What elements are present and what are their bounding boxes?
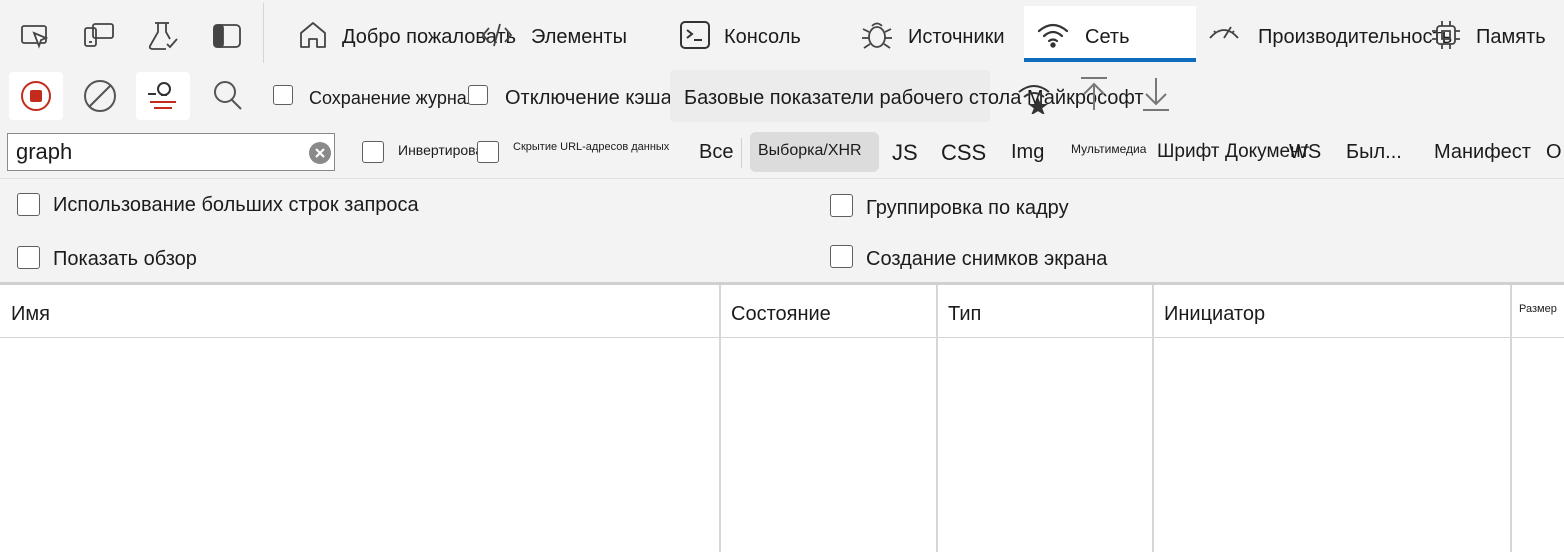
show-overview-label: Показать обзор	[53, 248, 197, 270]
console-icon	[678, 18, 712, 52]
code-icon	[480, 18, 514, 52]
tab-elements-label: Элементы	[531, 26, 627, 48]
tab-console-label: Консоль	[724, 26, 801, 48]
large-rows-checkbox[interactable]	[17, 193, 40, 216]
tab-network-label: Сеть	[1085, 26, 1130, 48]
type-filter-manifest[interactable]: Манифест	[1434, 141, 1531, 164]
tab-performance[interactable]: Производительность	[1205, 6, 1452, 62]
tab-sources-label: Источники	[908, 26, 1005, 48]
type-filter-other[interactable]: О	[1546, 141, 1562, 164]
column-divider[interactable]	[936, 285, 938, 552]
capture-screenshots-checkbox[interactable]	[830, 245, 853, 268]
settings-pane: Использование больших строк запроса Пока…	[0, 179, 1564, 285]
large-rows-label: Использование больших строк запроса	[53, 194, 419, 216]
tab-performance-label: Производительность	[1258, 26, 1453, 48]
filter-button[interactable]	[136, 72, 190, 120]
search-icon	[214, 81, 242, 110]
type-filter-divider	[741, 138, 742, 168]
type-filter-all[interactable]: Все	[699, 141, 733, 164]
experiments-icon[interactable]	[146, 19, 180, 53]
main-tab-bar: Добро пожаловать Элементы Консоль Источн…	[0, 0, 1564, 67]
group-by-frame-checkbox[interactable]	[830, 194, 853, 217]
preserve-log-label: Сохранение журнала	[309, 88, 488, 108]
clear-input-icon	[309, 142, 331, 164]
inspect-icon[interactable]	[18, 19, 52, 53]
preserve-log-checkbox[interactable]	[273, 85, 293, 105]
download-icon	[1143, 78, 1169, 111]
import-har-button[interactable]	[1078, 74, 1110, 114]
type-filter-js[interactable]: JS	[892, 140, 918, 166]
type-filter-fetch-xhr-label: Выборка/XHR	[758, 142, 862, 159]
record-icon	[21, 81, 51, 111]
chip-icon	[1429, 18, 1463, 52]
device-emulation-icon[interactable]	[82, 19, 116, 53]
disable-cache-checkbox[interactable]	[468, 85, 488, 105]
toolbar-divider	[263, 3, 264, 63]
tab-network[interactable]: Сеть	[1024, 6, 1196, 62]
type-filter-ws[interactable]: WS	[1289, 141, 1321, 164]
home-icon	[296, 18, 330, 52]
tab-memory[interactable]: Память	[1425, 6, 1564, 62]
column-header-size[interactable]: Размер	[1511, 285, 1564, 338]
show-overview-checkbox[interactable]	[17, 246, 40, 269]
column-header-initiator[interactable]: Инициатор	[1153, 285, 1511, 338]
clear-button[interactable]	[73, 72, 127, 120]
filter-icon	[148, 82, 176, 109]
throttling-select[interactable]: Базовые показатели рабочего стола Майкро…	[670, 70, 1144, 122]
clear-icon	[84, 80, 116, 112]
column-divider[interactable]	[719, 285, 721, 552]
invert-checkbox[interactable]	[362, 141, 384, 163]
type-filter-css[interactable]: CSS	[941, 140, 986, 166]
gauge-icon	[1207, 18, 1241, 52]
column-header-type[interactable]: Тип	[937, 285, 1153, 338]
type-filter-font[interactable]: Шрифт	[1157, 141, 1220, 163]
network-conditions-icon	[1018, 85, 1050, 114]
bug-icon	[860, 18, 894, 52]
export-har-button[interactable]	[1140, 74, 1172, 114]
wifi-icon	[1036, 18, 1070, 52]
throttling-select-value: Базовые показатели рабочего стола Майкро…	[684, 87, 1144, 109]
tab-sources[interactable]: Источники	[852, 6, 1022, 62]
hide-data-urls-label: Скрытие URL-адресов данных	[513, 141, 670, 153]
column-header-status[interactable]: Состояние	[720, 285, 937, 338]
search-button[interactable]	[201, 72, 255, 120]
tab-memory-label: Память	[1476, 26, 1546, 48]
capture-screenshots-label: Создание снимков экрана	[866, 248, 1108, 270]
network-conditions-button[interactable]	[1016, 78, 1052, 114]
upload-icon	[1081, 77, 1107, 110]
column-divider[interactable]	[1152, 285, 1154, 552]
tab-elements[interactable]: Элементы	[480, 6, 650, 62]
hide-data-urls-checkbox[interactable]	[477, 141, 499, 163]
group-by-frame-label: Группировка по кадру	[866, 197, 1069, 219]
request-table: Имя Состояние Тип Инициатор Размер	[0, 285, 1564, 552]
type-filter-img[interactable]: Img	[1011, 141, 1044, 164]
type-filter-fetch-xhr[interactable]: Выборка/XHR	[750, 132, 879, 172]
filter-bar: Инвертировать Скрытие URL-адресов данных…	[0, 128, 1564, 179]
column-divider[interactable]	[1510, 285, 1512, 552]
tab-console[interactable]: Консоль	[670, 6, 840, 62]
clear-filter-button[interactable]	[308, 141, 332, 165]
type-filter-wasm[interactable]: Был...	[1346, 141, 1402, 164]
disable-cache-label: Отключение кэша	[505, 87, 672, 109]
record-button[interactable]	[9, 72, 63, 120]
column-header-name[interactable]: Имя	[0, 285, 720, 338]
network-toolbar: Сохранение журнала Отключение кэша Базов…	[0, 66, 1564, 128]
filter-input[interactable]	[7, 133, 335, 171]
type-filter-media[interactable]: Мультимедиа	[1071, 142, 1146, 156]
dock-icon[interactable]	[210, 19, 244, 53]
